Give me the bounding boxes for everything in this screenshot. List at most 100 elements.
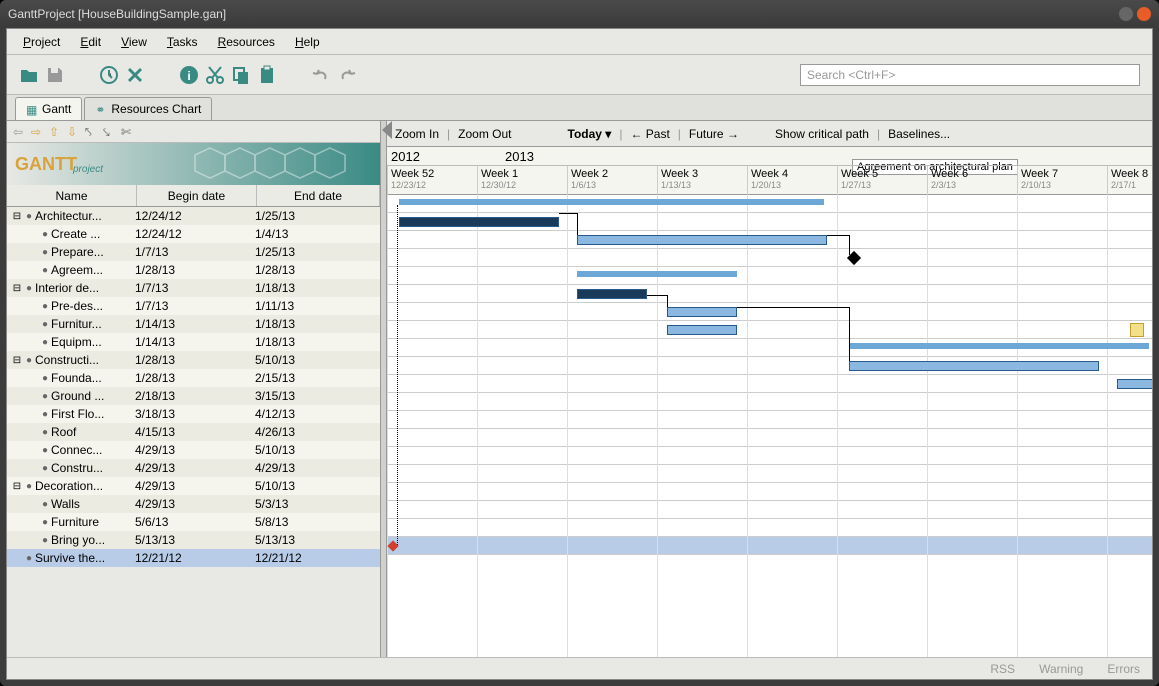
task-header: Name Begin date End date bbox=[7, 185, 380, 207]
paste-icon[interactable] bbox=[257, 65, 277, 85]
menu-project[interactable]: Project bbox=[15, 33, 68, 51]
cut-icon[interactable] bbox=[205, 65, 225, 85]
arrow-up-icon[interactable]: ⇧ bbox=[49, 125, 63, 139]
menu-view[interactable]: View bbox=[113, 33, 155, 51]
indent-icon[interactable]: ⤥ bbox=[103, 125, 117, 139]
status-errors[interactable]: Errors bbox=[1107, 662, 1140, 676]
gantt-icon: ▦ bbox=[26, 103, 38, 115]
expander-icon[interactable]: ⊟ bbox=[11, 211, 23, 222]
save-icon[interactable] bbox=[45, 65, 65, 85]
expander-icon[interactable]: ⊟ bbox=[11, 355, 23, 366]
tab-gantt[interactable]: ▦ Gantt bbox=[15, 97, 82, 120]
undo-icon[interactable] bbox=[311, 65, 331, 85]
menu-edit[interactable]: Edit bbox=[72, 33, 109, 51]
redo-icon[interactable] bbox=[337, 65, 357, 85]
task-row[interactable]: ●First Flo...3/18/134/12/13 bbox=[7, 405, 380, 423]
status-warning[interactable]: Warning bbox=[1039, 662, 1083, 676]
menu-tasks[interactable]: Tasks bbox=[159, 33, 206, 51]
gantt-bar[interactable] bbox=[667, 325, 737, 335]
tab-resources-label: Resources Chart bbox=[111, 102, 201, 116]
menu-help[interactable]: Help bbox=[287, 33, 328, 51]
gantt-bar[interactable] bbox=[577, 235, 827, 245]
critical-path-button[interactable]: Show critical path bbox=[775, 127, 869, 141]
delete-icon[interactable] bbox=[125, 65, 145, 85]
task-row[interactable]: ⊟●Interior de...1/7/131/18/13 bbox=[7, 279, 380, 297]
bullet-icon: ● bbox=[39, 373, 51, 384]
task-row[interactable]: ●Create ...12/24/121/4/13 bbox=[7, 225, 380, 243]
zoom-out-button[interactable]: Zoom Out bbox=[458, 127, 511, 141]
logo: GANTT project bbox=[7, 143, 380, 185]
resources-icon: ⚭ bbox=[95, 103, 107, 115]
note-icon[interactable] bbox=[1130, 323, 1144, 337]
info-icon[interactable]: i bbox=[179, 65, 199, 85]
gantt-chart[interactable] bbox=[387, 195, 1152, 657]
open-icon[interactable] bbox=[19, 65, 39, 85]
week-column: Week 82/17/1 bbox=[1107, 166, 1148, 196]
bullet-icon: ● bbox=[39, 445, 51, 456]
gantt-bar[interactable] bbox=[849, 343, 1149, 349]
clock-icon[interactable] bbox=[99, 65, 119, 85]
today-button[interactable]: Today ▾ bbox=[568, 127, 612, 141]
task-row[interactable]: ●Constru...4/29/134/29/13 bbox=[7, 459, 380, 477]
week-column: Week 41/20/13 bbox=[747, 166, 788, 196]
copy-icon[interactable] bbox=[231, 65, 251, 85]
future-button[interactable]: Future → bbox=[689, 127, 739, 141]
task-row[interactable]: ●Prepare...1/7/131/25/13 bbox=[7, 243, 380, 261]
minimize-button[interactable] bbox=[1119, 7, 1133, 21]
tab-resources[interactable]: ⚭ Resources Chart bbox=[84, 97, 212, 120]
zoom-in-button[interactable]: Zoom In bbox=[395, 127, 439, 141]
arrow-right-icon[interactable]: ⇨ bbox=[31, 125, 45, 139]
col-begin[interactable]: Begin date bbox=[137, 185, 257, 206]
hex-pattern bbox=[180, 143, 380, 185]
task-row[interactable]: ⊟●Architectur...12/24/121/25/13 bbox=[7, 207, 380, 225]
expander-icon[interactable]: ⊟ bbox=[11, 283, 23, 294]
task-row[interactable]: ●Connec...4/29/135/10/13 bbox=[7, 441, 380, 459]
task-row[interactable]: ⊟●Constructi...1/28/135/10/13 bbox=[7, 351, 380, 369]
menu-resources[interactable]: Resources bbox=[210, 33, 283, 51]
task-row[interactable]: ●Pre-des...1/7/131/11/13 bbox=[7, 297, 380, 315]
task-row[interactable]: ●Agreem...1/28/131/28/13 bbox=[7, 261, 380, 279]
gantt-bar[interactable] bbox=[577, 289, 647, 299]
col-name[interactable]: Name bbox=[7, 185, 137, 206]
close-button[interactable] bbox=[1137, 7, 1151, 21]
task-row[interactable]: ●Furnitur...1/14/131/18/13 bbox=[7, 315, 380, 333]
year-2012: 2012 bbox=[391, 149, 420, 164]
status-rss[interactable]: RSS bbox=[990, 662, 1015, 676]
search-input[interactable]: Search <Ctrl+F> bbox=[800, 64, 1140, 86]
bullet-icon: ● bbox=[39, 391, 51, 402]
week-column: Week 31/13/13 bbox=[657, 166, 698, 196]
baselines-button[interactable]: Baselines... bbox=[888, 127, 950, 141]
task-list[interactable]: ⊟●Architectur...12/24/121/25/13●Create .… bbox=[7, 207, 380, 657]
arrow-down-icon[interactable]: ⇩ bbox=[67, 125, 81, 139]
task-row[interactable]: ●Roof4/15/134/26/13 bbox=[7, 423, 380, 441]
week-column: Week 5212/23/12 bbox=[387, 166, 434, 196]
gantt-bar[interactable] bbox=[667, 307, 737, 317]
gantt-bar[interactable] bbox=[399, 199, 824, 205]
unlink-icon[interactable]: ✄ bbox=[121, 125, 135, 139]
bullet-icon: ● bbox=[23, 283, 35, 294]
task-row[interactable]: ●Founda...1/28/132/15/13 bbox=[7, 369, 380, 387]
task-row[interactable]: ⊟●Decoration...4/29/135/10/13 bbox=[7, 477, 380, 495]
gantt-bar[interactable] bbox=[849, 361, 1099, 371]
task-row[interactable]: ●Ground ...2/18/133/15/13 bbox=[7, 387, 380, 405]
week-column: Week 72/10/13 bbox=[1017, 166, 1058, 196]
bullet-icon: ● bbox=[39, 427, 51, 438]
bullet-icon: ● bbox=[39, 337, 51, 348]
window-title: GanttProject [HouseBuildingSample.gan] bbox=[8, 7, 1119, 21]
gantt-bar[interactable] bbox=[577, 271, 737, 277]
gantt-bar[interactable] bbox=[399, 217, 559, 227]
past-button[interactable]: ← Past bbox=[630, 127, 669, 141]
outdent-icon[interactable]: ⤣ bbox=[85, 125, 99, 139]
col-end[interactable]: End date bbox=[257, 185, 380, 206]
arrow-left-icon[interactable]: ⇦ bbox=[13, 125, 27, 139]
task-row[interactable]: ●Equipm...1/14/131/18/13 bbox=[7, 333, 380, 351]
task-row[interactable]: ●Survive the...12/21/1212/21/12 bbox=[7, 549, 380, 567]
titlebar: GanttProject [HouseBuildingSample.gan] bbox=[0, 0, 1159, 28]
expander-icon[interactable]: ⊟ bbox=[11, 481, 23, 492]
task-row[interactable]: ●Walls4/29/135/3/13 bbox=[7, 495, 380, 513]
task-row[interactable]: ●Bring yo...5/13/135/13/13 bbox=[7, 531, 380, 549]
gantt-toolbar: Zoom In | Zoom Out Today ▾ | ← Past | Fu… bbox=[387, 121, 1152, 147]
gantt-bar[interactable] bbox=[1117, 379, 1152, 389]
task-row[interactable]: ●Furniture5/6/135/8/13 bbox=[7, 513, 380, 531]
svg-text:i: i bbox=[187, 69, 190, 83]
